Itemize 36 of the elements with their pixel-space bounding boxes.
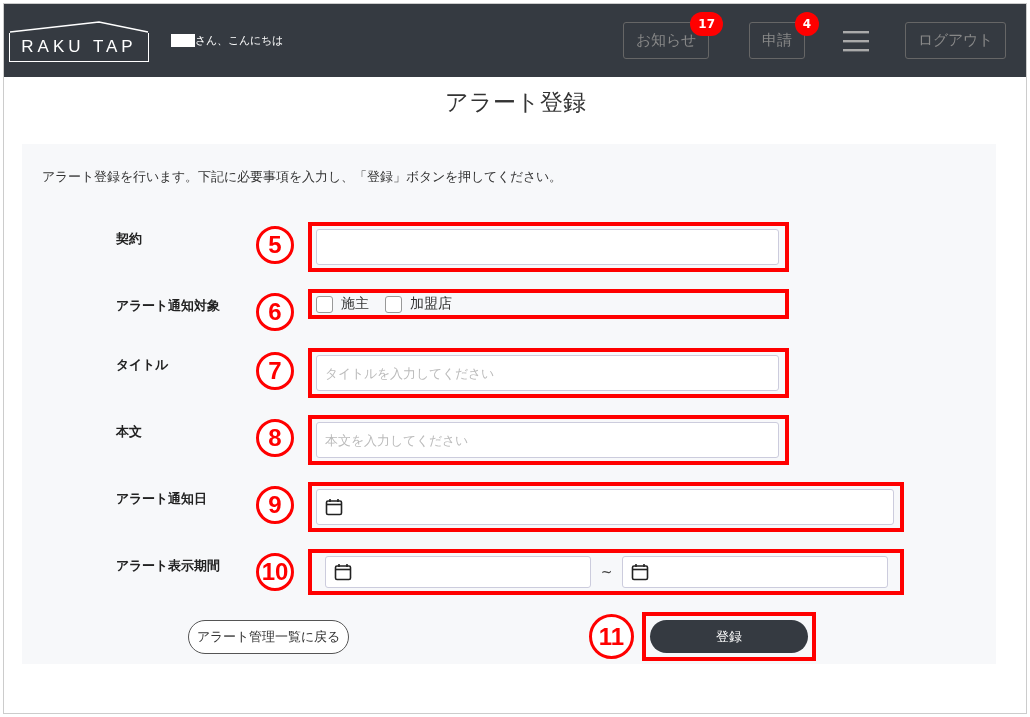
input-field[interactable]: タイトルを入力してください <box>316 355 779 391</box>
field-label: タイトル <box>116 356 169 374</box>
calendar-icon[interactable] <box>631 563 650 581</box>
redaction-block <box>171 34 195 47</box>
callout-number: 11 <box>589 614 634 659</box>
checkbox-label[interactable]: 加盟店 <box>410 295 452 313</box>
date-field[interactable] <box>325 556 591 588</box>
back-button[interactable]: アラート管理一覧に戻る <box>188 619 349 654</box>
count-badge: 4 <box>794 12 819 36</box>
date-field[interactable] <box>316 489 894 525</box>
callout-number: 7 <box>256 352 294 390</box>
callout-number: 6 <box>256 293 294 331</box>
checkbox[interactable] <box>316 295 333 313</box>
callout-number: 10 <box>256 553 294 591</box>
calendar-icon[interactable] <box>334 563 352 581</box>
range-separator: ~ <box>600 564 613 580</box>
menu-icon[interactable] <box>843 29 869 52</box>
callout-number: 5 <box>256 226 294 264</box>
callout-number: 8 <box>256 419 294 457</box>
callout-number: 9 <box>256 486 294 524</box>
checkbox-label[interactable]: 施主 <box>341 295 369 313</box>
count-badge: 17 <box>690 12 723 36</box>
field-label: アラート通知日 <box>116 490 208 508</box>
register-button[interactable]: 登録 <box>650 620 808 653</box>
field-label: 契約 <box>116 230 143 248</box>
checkbox[interactable] <box>385 295 402 313</box>
date-field[interactable] <box>622 556 888 588</box>
input-field[interactable]: 本文を入力してください <box>316 422 779 458</box>
input-field[interactable] <box>316 229 779 265</box>
greeting-text: さん、こんにちは <box>195 33 283 48</box>
field-label: アラート表示期間 <box>116 557 221 575</box>
description-text: アラート登録を行います。下記に必要事項を入力し、「登録」ボタンを押してください。 <box>42 168 563 186</box>
field-label: アラート通知対象 <box>116 297 221 315</box>
page-title: アラート登録 <box>443 88 587 117</box>
field-label: 本文 <box>116 423 143 441</box>
calendar-icon[interactable] <box>325 498 343 516</box>
